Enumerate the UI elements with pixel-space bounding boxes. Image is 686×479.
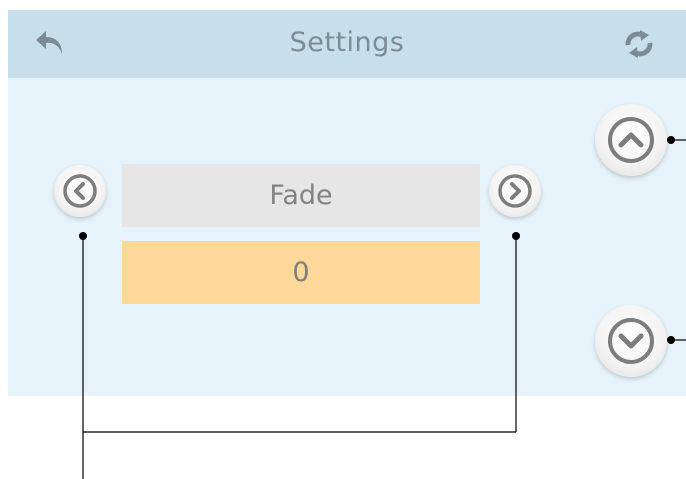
callout-dot-prev	[79, 232, 87, 240]
callout-dot-up	[667, 136, 675, 144]
callout-dot-next	[512, 232, 520, 240]
callout-dot-down	[667, 336, 675, 344]
callout-lines	[79, 136, 686, 479]
